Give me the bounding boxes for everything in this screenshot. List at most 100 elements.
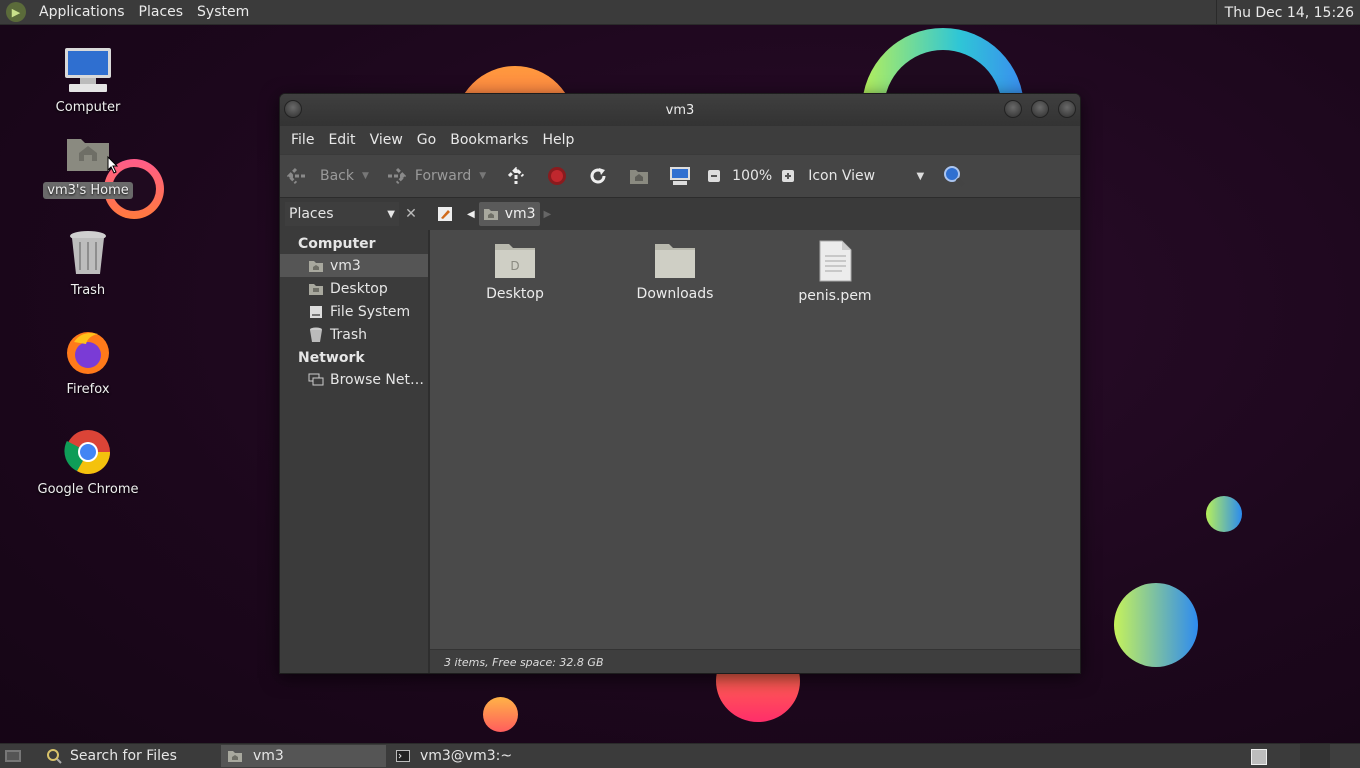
- taskbar-item-terminal[interactable]: vm3@vm3:~: [390, 745, 518, 767]
- clock[interactable]: Thu Dec 14, 15:26: [1215, 0, 1360, 25]
- search-icon: [47, 749, 62, 764]
- toggle-location-entry-button[interactable]: [433, 202, 457, 226]
- home-folder-icon: [227, 751, 242, 762]
- zoom-in-button[interactable]: [776, 164, 800, 188]
- file-item-downloads[interactable]: Downloads: [620, 240, 730, 302]
- workspace-switcher[interactable]: [1247, 744, 1271, 768]
- file-view[interactable]: D Desktop Downloads penis.pem 3 items, F…: [430, 230, 1080, 673]
- view-mode-select[interactable]: Icon View ▼: [808, 168, 924, 184]
- workspace-3[interactable]: [1330, 744, 1360, 768]
- breadcrumb: ◀ vm3 ▶: [433, 202, 555, 226]
- chevron-down-icon: ▼: [387, 208, 395, 220]
- workspace-icon: [1251, 748, 1267, 765]
- menu-places[interactable]: Places: [132, 4, 191, 20]
- desktop-folder-icon: [308, 281, 324, 297]
- sidebar-item-file-system[interactable]: File System: [280, 300, 428, 323]
- home-folder-icon: [483, 209, 498, 220]
- show-desktop-button[interactable]: [0, 744, 26, 768]
- desktop-folder-icon: D: [495, 244, 535, 278]
- drive-icon: [308, 304, 324, 320]
- stop-icon: [545, 164, 569, 188]
- breadcrumb-current-label: vm3: [504, 206, 536, 222]
- wallpaper-small-orange-circle: [483, 697, 518, 732]
- svg-text:D: D: [510, 259, 519, 273]
- mouse-pointer-icon: [107, 156, 119, 174]
- window-menu-icon[interactable]: [284, 100, 302, 118]
- sidebar-item-label: Desktop: [330, 280, 388, 297]
- network-icon: [308, 372, 324, 388]
- menu-edit[interactable]: Edit: [321, 132, 362, 148]
- breadcrumb-left-arrow-icon[interactable]: ◀: [463, 202, 479, 226]
- back-arrow-icon: [286, 164, 310, 188]
- home-button[interactable]: [627, 164, 651, 188]
- trash-icon: [308, 327, 324, 343]
- forward-button[interactable]: Forward ▼: [383, 164, 486, 188]
- menu-help[interactable]: Help: [535, 132, 581, 148]
- folder-icon: [655, 244, 695, 278]
- file-item-penis-pem[interactable]: penis.pem: [780, 240, 890, 304]
- show-desktop-icon: [5, 750, 21, 762]
- desktop-icon-label: vm3's Home: [43, 182, 133, 199]
- sidebar-item-label: Trash: [330, 326, 367, 343]
- home-folder-icon: [63, 128, 113, 178]
- sidebar-item-desktop[interactable]: Desktop: [280, 277, 428, 300]
- window-titlebar[interactable]: vm3: [280, 94, 1080, 126]
- close-button[interactable]: [1058, 100, 1076, 118]
- window-title: vm3: [665, 102, 695, 118]
- view-mode-label: Icon View: [808, 168, 876, 184]
- stop-button[interactable]: [545, 164, 569, 188]
- zoom-out-icon: [702, 164, 726, 188]
- menu-system[interactable]: System: [190, 4, 256, 20]
- top-panel: ▶ Applications Places System Thu Dec 14,…: [0, 0, 1360, 25]
- zoom-in-icon: [776, 164, 800, 188]
- desktop-icon-home[interactable]: vm3's Home: [33, 128, 143, 199]
- menu-bookmarks[interactable]: Bookmarks: [443, 132, 535, 148]
- window-body: Computer vm3 Desktop File System Trash N…: [280, 230, 1080, 673]
- back-history-dropdown-icon[interactable]: ▼: [362, 171, 369, 181]
- sidebar-type-label: Places: [289, 206, 334, 222]
- search-for-files-launcher[interactable]: Search for Files: [40, 744, 183, 768]
- sidebar-item-trash[interactable]: Trash: [280, 323, 428, 346]
- maximize-button[interactable]: [1031, 100, 1049, 118]
- sidebar-item-vm3[interactable]: vm3: [280, 254, 428, 277]
- terminal-icon: [395, 750, 410, 762]
- minimize-button[interactable]: [1004, 100, 1022, 118]
- breadcrumb-current[interactable]: vm3: [478, 202, 540, 226]
- desktop-icon-label: Google Chrome: [37, 482, 139, 497]
- file-manager-window: vm3 File Edit View Go Bookmarks Help Bac…: [279, 93, 1081, 674]
- menu-file[interactable]: File: [284, 132, 321, 148]
- back-label: Back: [320, 168, 354, 184]
- places-sidebar: Computer vm3 Desktop File System Trash N…: [280, 230, 430, 673]
- desktop-icon-firefox[interactable]: Firefox: [33, 327, 143, 398]
- file-item-desktop[interactable]: D Desktop: [460, 240, 570, 302]
- forward-history-dropdown-icon[interactable]: ▼: [479, 171, 486, 181]
- desktop-icon-computer[interactable]: Computer: [33, 45, 143, 116]
- back-button[interactable]: Back ▼: [286, 164, 369, 188]
- breadcrumb-right-arrow-icon[interactable]: ▶: [540, 202, 556, 226]
- menu-applications[interactable]: Applications: [32, 4, 132, 20]
- distro-logo-icon[interactable]: ▶: [6, 2, 26, 22]
- file-name: penis.pem: [798, 288, 872, 304]
- desktop-icon-chrome[interactable]: Google Chrome: [33, 427, 143, 498]
- taskbar-item-vm3[interactable]: vm3: [220, 745, 386, 767]
- bottom-panel: Search for Files vm3 vm3@vm3:~: [0, 743, 1360, 768]
- menu-go[interactable]: Go: [410, 132, 443, 148]
- workspace-2[interactable]: [1300, 744, 1330, 768]
- menu-view[interactable]: View: [363, 132, 410, 148]
- up-button[interactable]: [504, 164, 528, 188]
- zoom-level: 100%: [732, 168, 773, 184]
- sidebar-type-select[interactable]: Places ▼: [285, 202, 399, 226]
- desktop-icon-trash[interactable]: Trash: [33, 228, 143, 299]
- sidebar-item-browse-network[interactable]: Browse Net…: [280, 368, 428, 391]
- desktop-icon-label: Trash: [70, 283, 106, 298]
- zoom-out-button[interactable]: [702, 164, 726, 188]
- search-button[interactable]: [942, 164, 966, 188]
- close-sidebar-icon[interactable]: ✕: [399, 206, 423, 222]
- home-folder-icon: [627, 164, 651, 188]
- desktop-icon-label: Computer: [55, 100, 121, 115]
- file-name: Downloads: [636, 286, 714, 302]
- computer-button[interactable]: [668, 164, 692, 188]
- reload-button[interactable]: [586, 164, 610, 188]
- sidebar-item-label: File System: [330, 303, 411, 320]
- forward-label: Forward: [414, 168, 472, 184]
